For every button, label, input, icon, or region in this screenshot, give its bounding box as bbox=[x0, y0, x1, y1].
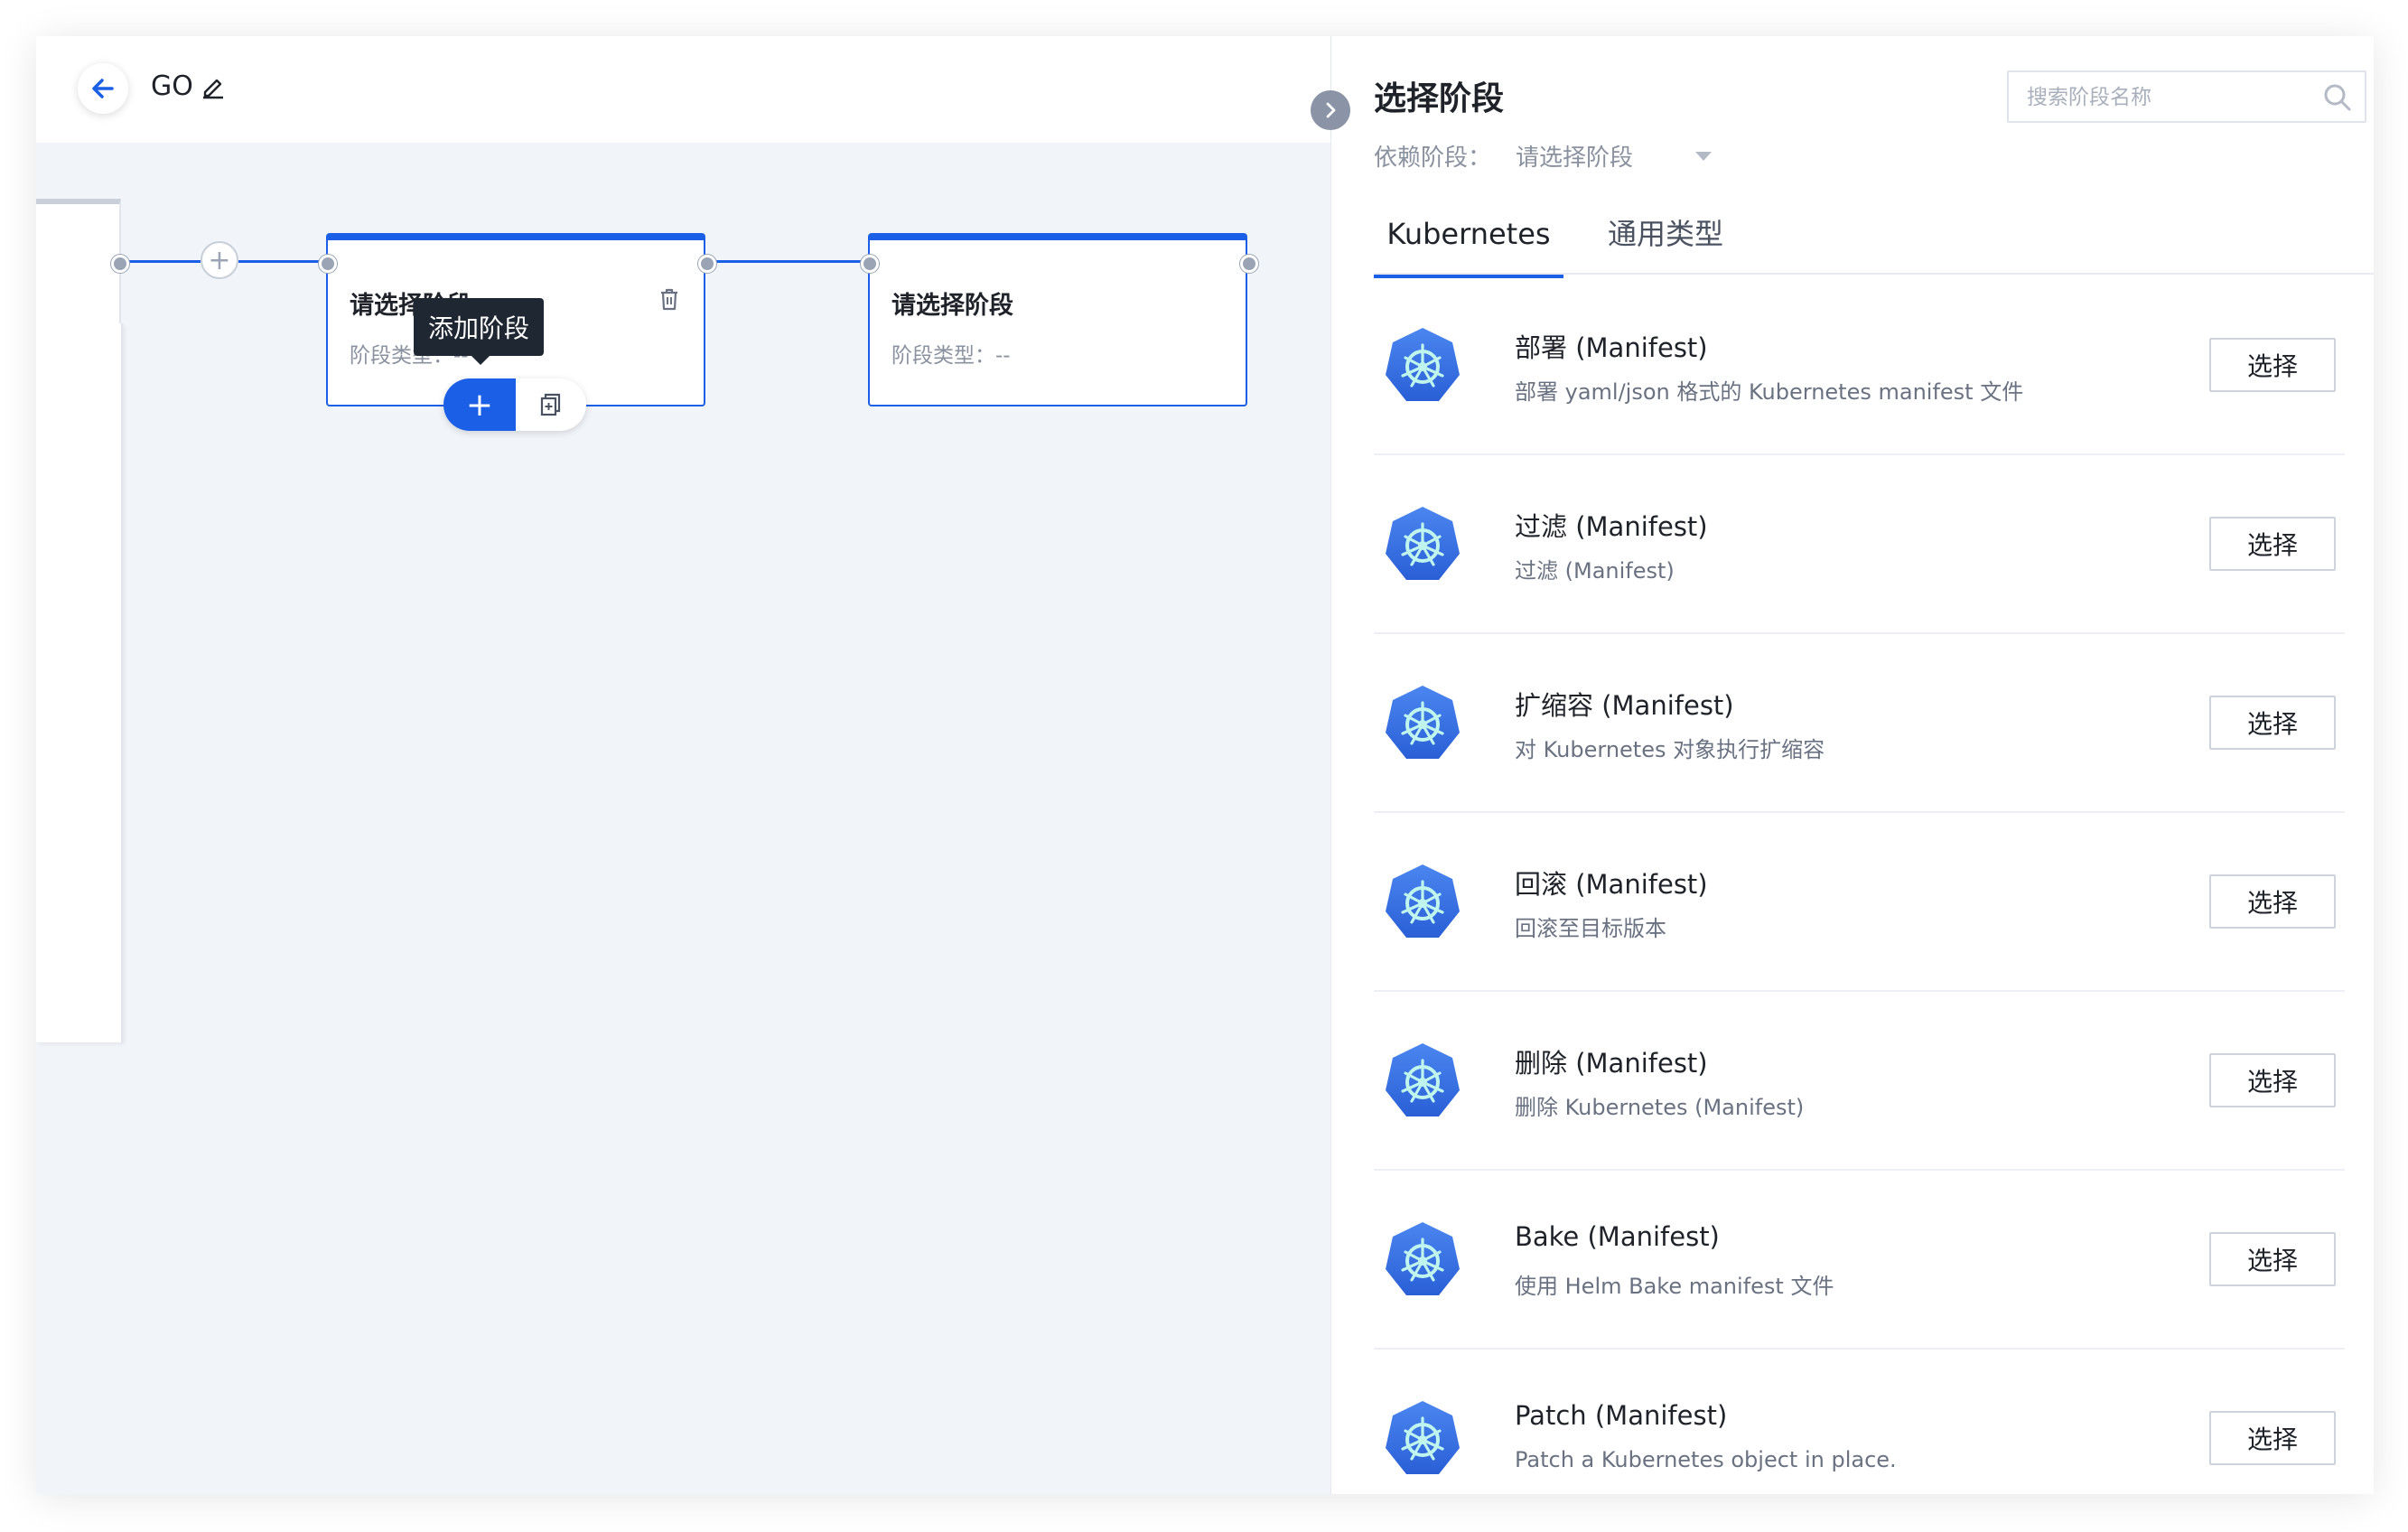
stage-type-name: 回滚 (Manifest) bbox=[1515, 869, 1708, 900]
kubernetes-icon bbox=[1386, 864, 1460, 938]
tab-kubernetes[interactable]: Kubernetes bbox=[1374, 213, 1563, 278]
kubernetes-icon bbox=[1386, 1222, 1460, 1295]
chevron-right-icon bbox=[1326, 102, 1336, 118]
kubernetes-icon bbox=[1386, 1043, 1460, 1116]
stage-card-partial-body bbox=[36, 323, 123, 1042]
app-window: GO + 请选择阶段 阶段类型：-- 请选择阶段 阶段类型：-- 添加阶段 + … bbox=[36, 36, 2374, 1494]
search-icon[interactable] bbox=[2323, 83, 2352, 112]
back-button[interactable] bbox=[78, 63, 128, 114]
connector-line bbox=[705, 260, 869, 263]
kubernetes-icon bbox=[1386, 507, 1460, 580]
connector-dot bbox=[698, 255, 716, 273]
stage-action-pill: + bbox=[443, 378, 586, 431]
item-icon-wrap bbox=[1383, 504, 1462, 587]
item-icon-wrap bbox=[1383, 325, 1462, 408]
stage-title: 请选择阶段 bbox=[891, 292, 1013, 320]
pipeline-header: GO bbox=[36, 36, 1330, 143]
search-box[interactable] bbox=[2007, 70, 2366, 123]
panel-title: 选择阶段 bbox=[1374, 80, 1505, 117]
stage-type-description: Patch a Kubernetes object in place. bbox=[1515, 1447, 1897, 1472]
connector-dot bbox=[111, 255, 129, 273]
item-icon-wrap bbox=[1383, 1041, 1462, 1124]
stage-type-description: 对 Kubernetes 对象执行扩缩容 bbox=[1515, 737, 1825, 762]
item-icon-wrap bbox=[1383, 683, 1462, 766]
pipeline-title: GO bbox=[151, 70, 193, 102]
stage-type-description: 回滚至目标版本 bbox=[1515, 916, 1666, 941]
connector-dot bbox=[1240, 255, 1258, 273]
connector-dot bbox=[319, 255, 337, 273]
select-button[interactable]: 选择 bbox=[2209, 517, 2336, 571]
arrow-left-icon bbox=[92, 79, 114, 98]
dependency-label: 依赖阶段： bbox=[1374, 145, 1492, 172]
tabs-divider bbox=[1374, 273, 2374, 275]
stage-type-name: 部署 (Manifest) bbox=[1515, 332, 1708, 363]
stage-type-item: 扩缩容 (Manifest) 对 Kubernetes 对象执行扩缩容 选择 bbox=[1374, 634, 2345, 813]
add-stage-tooltip: 添加阶段 bbox=[414, 298, 544, 365]
select-button[interactable]: 选择 bbox=[2209, 1411, 2336, 1465]
stage-type-item: Bake (Manifest) 使用 Helm Bake manifest 文件… bbox=[1374, 1171, 2345, 1350]
search-input[interactable] bbox=[2025, 72, 2300, 123]
select-button[interactable]: 选择 bbox=[2209, 1232, 2336, 1286]
select-button[interactable]: 选择 bbox=[2209, 696, 2336, 750]
copy-stage-button[interactable] bbox=[516, 378, 586, 431]
stage-type-name: 扩缩容 (Manifest) bbox=[1515, 690, 1734, 721]
pipeline-canvas[interactable]: + 请选择阶段 阶段类型：-- 请选择阶段 阶段类型：-- 添加阶段 + bbox=[36, 143, 1330, 1494]
stage-type-name: 删除 (Manifest) bbox=[1515, 1048, 1708, 1079]
kubernetes-icon bbox=[1386, 328, 1460, 401]
stage-type-name: 过滤 (Manifest) bbox=[1515, 511, 1708, 542]
tab-general[interactable]: 通用类型 bbox=[1608, 213, 1723, 255]
select-button[interactable]: 选择 bbox=[2209, 1053, 2336, 1107]
dependency-select[interactable]: 请选择阶段 bbox=[1516, 139, 1633, 173]
stage-card-partial[interactable] bbox=[36, 199, 121, 323]
copy-icon bbox=[540, 393, 561, 416]
stage-type-description: 过滤 (Manifest) bbox=[1515, 558, 1675, 584]
edit-pencil-icon[interactable] bbox=[201, 74, 226, 99]
item-icon-wrap bbox=[1383, 862, 1462, 945]
item-icon-wrap bbox=[1383, 1398, 1462, 1481]
select-button[interactable]: 选择 bbox=[2209, 338, 2336, 392]
kubernetes-icon bbox=[1386, 686, 1460, 759]
stage-type-description: 部署 yaml/json 格式的 Kubernetes manifest 文件 bbox=[1515, 379, 2024, 405]
select-stage-panel: 选择阶段 依赖阶段： 请选择阶段 Kubernetes 通用类型 bbox=[1330, 36, 2374, 1494]
connector-line bbox=[117, 260, 201, 263]
trash-icon[interactable] bbox=[658, 287, 680, 311]
stage-type-item: 过滤 (Manifest) 过滤 (Manifest) 选择 bbox=[1374, 455, 2345, 634]
connector-dot bbox=[861, 255, 879, 273]
item-icon-wrap bbox=[1383, 1219, 1462, 1303]
add-stage-button[interactable]: + bbox=[443, 378, 516, 431]
kubernetes-icon bbox=[1386, 1401, 1460, 1474]
stage-type-item: 回滚 (Manifest) 回滚至目标版本 选择 bbox=[1374, 813, 2345, 992]
stage-type-item: Patch (Manifest) Patch a Kubernetes obje… bbox=[1374, 1350, 2345, 1494]
stage-type-item: 删除 (Manifest) 删除 Kubernetes (Manifest) 选… bbox=[1374, 992, 2345, 1171]
caret-down-icon[interactable] bbox=[1695, 152, 1712, 161]
stage-type-name: Bake (Manifest) bbox=[1515, 1221, 1720, 1252]
insert-stage-button[interactable]: + bbox=[201, 241, 238, 279]
stage-type-description: 使用 Helm Bake manifest 文件 bbox=[1515, 1274, 1834, 1299]
select-button[interactable]: 选择 bbox=[2209, 874, 2336, 929]
stage-type-item: 部署 (Manifest) 部署 yaml/json 格式的 Kubernete… bbox=[1374, 276, 2345, 455]
stage-card[interactable]: 请选择阶段 阶段类型：-- bbox=[868, 233, 1247, 406]
collapse-panel-button[interactable] bbox=[1311, 90, 1350, 130]
stage-type-description: 删除 Kubernetes (Manifest) bbox=[1515, 1095, 1805, 1120]
stage-type: 阶段类型：-- bbox=[891, 344, 1011, 368]
stage-type-name: Patch (Manifest) bbox=[1515, 1400, 1728, 1431]
